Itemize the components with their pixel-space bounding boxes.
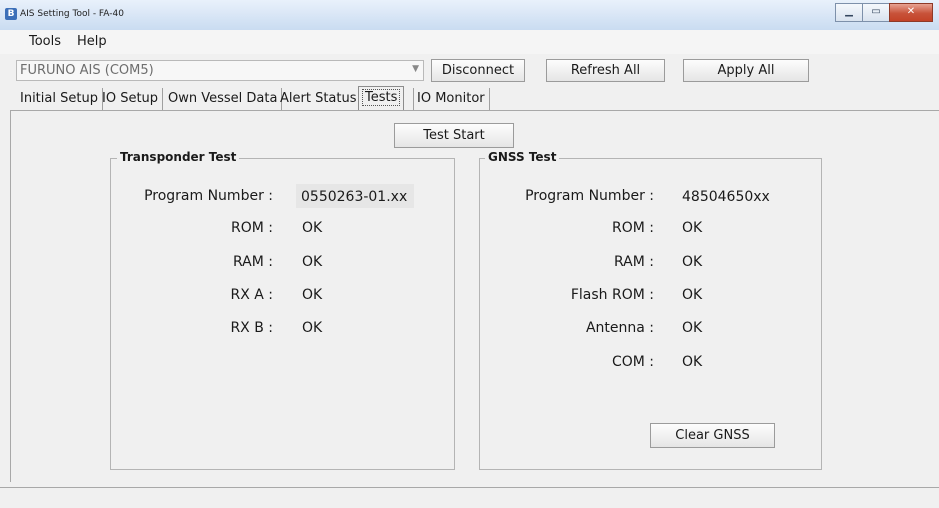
maximize-button[interactable]: ▭ [862,3,890,22]
app-icon: B [5,8,17,20]
transponder-ram-value: OK [302,254,323,270]
gnss-com-label: COM : [611,354,654,370]
transponder-program-number-label: Program Number : [144,188,273,204]
close-button[interactable]: ✕ [889,3,933,22]
gnss-antenna-label: Antenna : [585,320,654,336]
disconnect-button[interactable]: Disconnect [431,59,525,82]
gnss-flash-rom-value: OK [682,287,703,303]
gnss-antenna-value: OK [682,320,703,336]
refresh-all-button[interactable]: Refresh All [546,59,665,82]
chevron-down-icon: ▼ [412,64,419,74]
test-start-button[interactable]: Test Start [394,123,514,148]
status-bar [0,487,939,508]
transponder-rom-label: ROM : [231,220,273,236]
window-title: AIS Setting Tool - FA-40 [20,9,124,19]
transponder-rx-a-value: OK [302,287,323,303]
menu-bar [0,30,939,54]
transponder-ram-label: RAM : [233,254,273,270]
transponder-rx-b-value: OK [302,320,323,336]
tab-tests[interactable]: Tests [358,86,405,111]
transponder-rx-a-label: RX A : [230,287,273,303]
transponder-rom-value: OK [302,220,323,236]
menu-tools[interactable]: Tools [29,34,61,49]
gnss-program-number-value: 48504650xx [682,189,770,205]
minimize-button[interactable]: ▁ [835,3,863,22]
tab-initial-setup[interactable]: Initial Setup [17,88,103,110]
tab-own-vessel-data[interactable]: Own Vessel Data [165,88,283,110]
gnss-rom-value: OK [682,220,703,236]
transponder-test-title: Transponder Test [117,150,240,164]
clear-gnss-button[interactable]: Clear GNSS [650,423,775,448]
menu-help[interactable]: Help [77,34,107,49]
tab-io-setup[interactable]: IO Setup [99,88,164,110]
gnss-ram-label: RAM : [614,254,654,270]
title-bar [0,0,939,31]
tab-io-monitor[interactable]: IO Monitor [413,88,490,110]
apply-all-button[interactable]: Apply All [683,59,809,82]
device-select[interactable]: FURUNO AIS (COM5) ▼ [16,60,424,81]
gnss-test-title: GNSS Test [485,150,560,164]
gnss-com-value: OK [682,354,703,370]
tab-tests-label: Tests [362,89,401,106]
transponder-rx-b-label: RX B : [230,320,273,336]
device-select-value: FURUNO AIS (COM5) [20,63,154,78]
gnss-ram-value: OK [682,254,703,270]
tab-alert-status[interactable]: Alert Status [277,88,361,110]
gnss-flash-rom-label: Flash ROM : [570,287,654,303]
window-controls: ▁ ▭ ✕ [835,3,933,22]
gnss-rom-label: ROM : [612,220,654,236]
gnss-program-number-label: Program Number : [525,188,654,204]
transponder-program-number-value: 0550263-01.xx [301,189,408,205]
